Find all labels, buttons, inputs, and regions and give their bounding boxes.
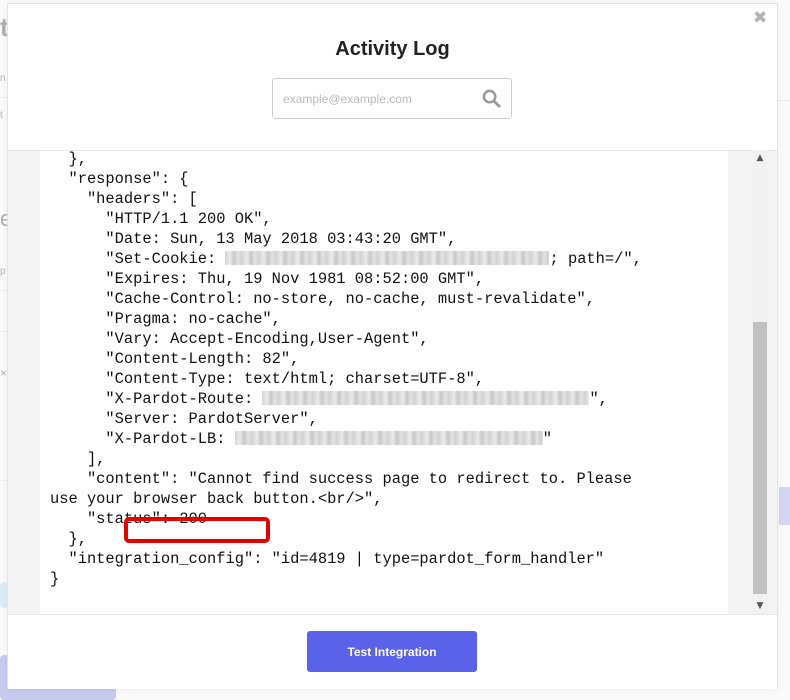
log-line-suffix: ; path=/", — [549, 250, 642, 268]
log-line: "integration_config": "id=4819 | type=pa… — [50, 550, 605, 568]
background-text-fragment: n — [0, 73, 6, 84]
background-divider — [0, 97, 8, 98]
redacted-value — [225, 251, 550, 265]
log-line: "X-Pardot-LB: — [50, 430, 235, 448]
log-line: use your browser back button.<br/>", — [50, 490, 383, 508]
log-line: }, — [50, 530, 87, 548]
log-line: "Set-Cookie: — [50, 250, 226, 268]
log-line: } — [50, 570, 60, 588]
activity-log-modal: ✖ Activity Log }, "response": { "headers… — [8, 4, 777, 689]
background-divider — [0, 480, 8, 481]
log-line: "Pragma: no-cache", — [50, 310, 281, 328]
test-integration-button[interactable]: Test Integration — [307, 631, 477, 672]
redacted-value — [234, 431, 543, 445]
log-line: "content": "Cannot find success page to … — [50, 470, 632, 488]
log-line-suffix: ", — [589, 390, 608, 408]
background-text-fragment: p — [0, 266, 6, 277]
background-blob — [0, 582, 8, 608]
log-line: "Expires: Thu, 19 Nov 1981 08:52:00 GMT"… — [50, 270, 485, 288]
log-panel: }, "response": { "headers": [ "HTTP/1.1 … — [8, 150, 777, 615]
log-line: }, — [50, 151, 87, 168]
log-scrollbar[interactable]: ▲ ▼ — [752, 150, 768, 614]
log-line: "X-Pardot-Route: — [50, 390, 263, 408]
log-line: ], — [50, 450, 106, 468]
log-line: "Content-Type: text/html; charset=UTF-8"… — [50, 370, 485, 388]
background-button — [779, 487, 790, 525]
background-text-fragment: t — [0, 110, 3, 121]
log-line: "Server: PardotServer", — [50, 410, 318, 428]
search-box — [272, 78, 512, 119]
log-line: "Vary: Accept-Encoding,User-Agent", — [50, 330, 429, 348]
log-line: "response": { — [50, 170, 189, 188]
search-icon[interactable] — [482, 89, 501, 108]
redacted-value — [262, 391, 590, 405]
background-text-fragment: × — [0, 366, 8, 380]
log-line: "headers": [ — [50, 190, 198, 208]
log-line: "Cache-Control: no-store, no-cache, must… — [50, 290, 595, 308]
background-divider — [0, 331, 8, 332]
log-line: "Content-Length: 82", — [50, 350, 300, 368]
close-icon[interactable]: ✖ — [753, 10, 767, 27]
scroll-up-arrow-icon[interactable]: ▲ — [752, 150, 768, 166]
scroll-thumb[interactable] — [753, 322, 767, 594]
log-line: "Date: Sun, 13 May 2018 03:43:20 GMT", — [50, 230, 457, 248]
log-line: "HTTP/1.1 200 OK", — [50, 210, 272, 228]
log-viewer[interactable]: }, "response": { "headers": [ "HTTP/1.1 … — [40, 151, 728, 614]
log-line-suffix: " — [542, 430, 552, 448]
modal-footer: Test Integration — [8, 614, 777, 689]
search-input[interactable] — [283, 79, 479, 118]
modal-title: Activity Log — [335, 38, 450, 60]
scroll-down-arrow-icon[interactable]: ▼ — [752, 598, 768, 614]
background-divider — [778, 100, 790, 101]
status-highlight-box — [124, 517, 270, 543]
background-divider — [0, 290, 8, 291]
